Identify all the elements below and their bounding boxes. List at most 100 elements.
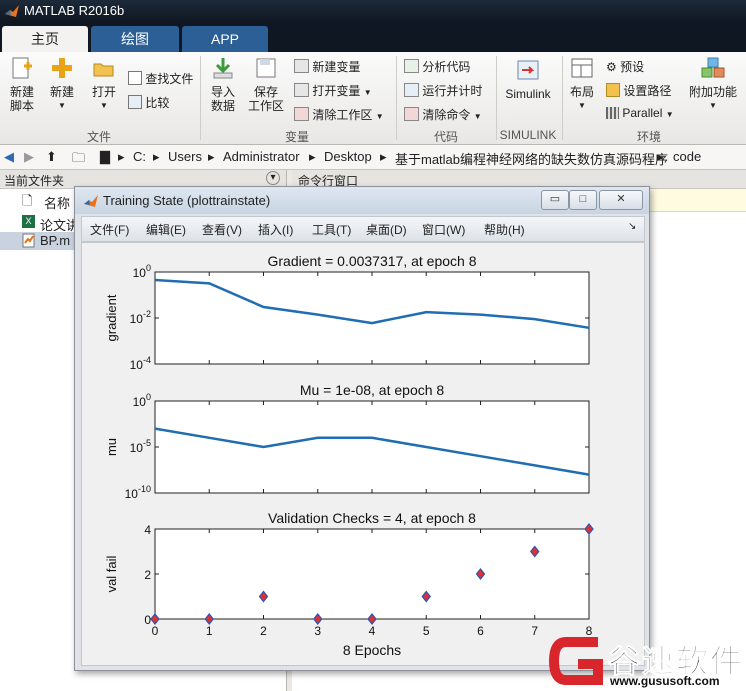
y-tick-label: 0 [144, 613, 151, 627]
preferences-label: 预设 [620, 60, 645, 74]
layout-button[interactable]: 布局 ▼ [566, 56, 598, 113]
open-variable-label: 打开变量 [312, 84, 361, 98]
watermark-logo-icon [548, 637, 603, 685]
gear-icon: ⚙ [606, 60, 617, 74]
matlab-logo-icon [5, 5, 19, 17]
parallel-icon [606, 107, 619, 119]
open-variable-button[interactable]: 打开变量 ▼ [294, 82, 372, 99]
matlab-script-icon [22, 233, 35, 248]
path-separator: ▸ [153, 149, 160, 164]
window-title: MATLAB R2016b [24, 3, 125, 18]
parallel-button[interactable]: Parallel ▼ [606, 106, 674, 120]
menu-view[interactable]: 查看(V) [202, 221, 242, 238]
maximize-button[interactable]: □ [569, 190, 597, 210]
find-files-button[interactable]: 查找文件 [128, 70, 193, 87]
open-button[interactable]: 打开 ▼ [86, 56, 122, 113]
x-tick-label: 1 [206, 624, 213, 638]
save-ws-label-2: 工作区 [247, 99, 284, 113]
up-folder-icon[interactable]: ⬆ [46, 149, 57, 165]
addons-button[interactable]: 附加功能 ▼ [686, 56, 740, 113]
menu-tools[interactable]: 工具(T) [312, 221, 351, 238]
separator [200, 56, 201, 140]
analyze-code-button[interactable]: 分析代码 [404, 58, 470, 75]
path-separator: ▸ [208, 149, 215, 164]
save-workspace-icon [256, 58, 276, 78]
current-folder-title: 当前文件夹 [4, 174, 65, 188]
new-variable-icon [294, 59, 309, 73]
save-workspace-button[interactable]: 保存 工作区 [246, 56, 286, 113]
separator [396, 56, 397, 140]
menu-dock-arrow-icon[interactable]: ↘ [628, 221, 636, 232]
menu-edit[interactable]: 编辑(E) [146, 221, 186, 238]
menu-file[interactable]: 文件(F) [90, 221, 129, 238]
simulink-button[interactable]: Simulink [500, 58, 556, 101]
new-variable-button[interactable]: 新建变量 [294, 58, 360, 75]
minimize-button[interactable]: ▭ [541, 190, 569, 210]
figure-menu-bar: 文件(F) 编辑(E) 查看(V) 插入(I) 工具(T) 桌面(D) 窗口(W… [81, 216, 645, 242]
panel-options-icon[interactable]: ▾ [266, 171, 280, 185]
code-group-label: 代码 [433, 130, 458, 144]
parallel-label: Parallel [622, 106, 663, 120]
x-tick-label: 5 [423, 624, 430, 638]
path-segment-desktop[interactable]: Desktop [324, 149, 372, 164]
forward-arrow-icon[interactable]: ▶ [24, 149, 34, 165]
ribbon: 新建 脚本 新建 ▼ 打开 ▼ 查找文件 比较 文件 导入 数据 保存 工作区 … [0, 52, 746, 145]
figure-title: Training State (plottrainstate) [103, 193, 271, 208]
path-segment-code[interactable]: code [673, 149, 701, 164]
back-arrow-icon[interactable]: ◀ [4, 149, 14, 165]
compare-button[interactable]: 比较 [128, 94, 169, 111]
y-tick-label: 10-5 [130, 438, 151, 455]
clear-workspace-label: 清除工作区 [312, 108, 373, 122]
name-column-header[interactable]: 名称 [44, 193, 70, 212]
axes-box [154, 528, 590, 620]
set-path-button[interactable]: 设置路径 [606, 82, 671, 99]
simulink-group-label: SIMULINK [499, 128, 557, 142]
y-axis-label: val fail [104, 555, 119, 592]
menu-window[interactable]: 窗口(W) [422, 221, 465, 238]
new-script-label-1: 新建 [9, 85, 34, 99]
x-tick-label: 6 [477, 624, 484, 638]
excel-icon: X [22, 215, 35, 228]
simulink-label: Simulink [505, 87, 551, 101]
x-axis-label: 8 Epochs [343, 642, 401, 658]
figure-window: Training State (plottrainstate) ▭ □ ✕ 文件… [74, 186, 650, 671]
path-segment-users[interactable]: Users [168, 149, 202, 164]
path-segment-drive[interactable]: C: [133, 149, 146, 164]
ribbon-tab-row: 主页 绘图 APP [0, 22, 746, 52]
run-and-time-button[interactable]: 运行并计时 [404, 82, 482, 99]
open-label: 打开 [91, 85, 116, 99]
x-tick-label: 7 [531, 624, 538, 638]
path-segment-administrator[interactable]: Administrator [223, 149, 300, 164]
preferences-button[interactable]: ⚙ 预设 [606, 58, 644, 75]
path-separator: ▸ [380, 149, 387, 164]
y-tick-label: 10-4 [130, 355, 151, 372]
browse-folder-icon[interactable]: 🗀 [72, 149, 85, 171]
tab-home[interactable]: 主页 [2, 26, 88, 52]
menu-desktop[interactable]: 桌面(D) [366, 221, 407, 238]
open-variable-icon [294, 83, 309, 97]
addons-label: 附加功能 [688, 85, 737, 99]
clear-commands-button[interactable]: 清除命令 ▼ [404, 106, 482, 123]
new-button[interactable]: 新建 ▼ [44, 56, 80, 113]
current-folder-icon: ▇ [100, 149, 110, 164]
clear-workspace-button[interactable]: 清除工作区 ▼ [294, 106, 384, 123]
import-label-1: 导入 [210, 85, 235, 99]
path-separator: ▸ [309, 149, 316, 164]
find-files-icon [128, 71, 142, 85]
menu-insert[interactable]: 插入(I) [258, 221, 293, 238]
tab-plots[interactable]: 绘图 [91, 26, 179, 52]
tab-apps[interactable]: APP [182, 26, 268, 52]
environment-group-label: 环境 [636, 130, 661, 144]
y-axis-label: gradient [104, 294, 119, 341]
menu-help[interactable]: 帮助(H) [484, 221, 525, 238]
new-script-label-2: 脚本 [9, 99, 34, 113]
analyze-code-label: 分析代码 [422, 60, 471, 74]
clear-workspace-icon [294, 107, 309, 121]
import-data-button[interactable]: 导入 数据 [206, 56, 240, 113]
figure-canvas: 100 10-2 10-4 Gradient = 0.0037317, at epoc… [81, 242, 645, 666]
path-segment-project[interactable]: 基于matlab编程神经网络的缺失数仿真源码程序 [395, 149, 668, 168]
new-script-button[interactable]: 新建 脚本 [4, 56, 40, 113]
x-tick-label: 3 [314, 624, 321, 638]
y-tick-label: 10-2 [130, 309, 151, 326]
close-button[interactable]: ✕ [599, 190, 643, 210]
